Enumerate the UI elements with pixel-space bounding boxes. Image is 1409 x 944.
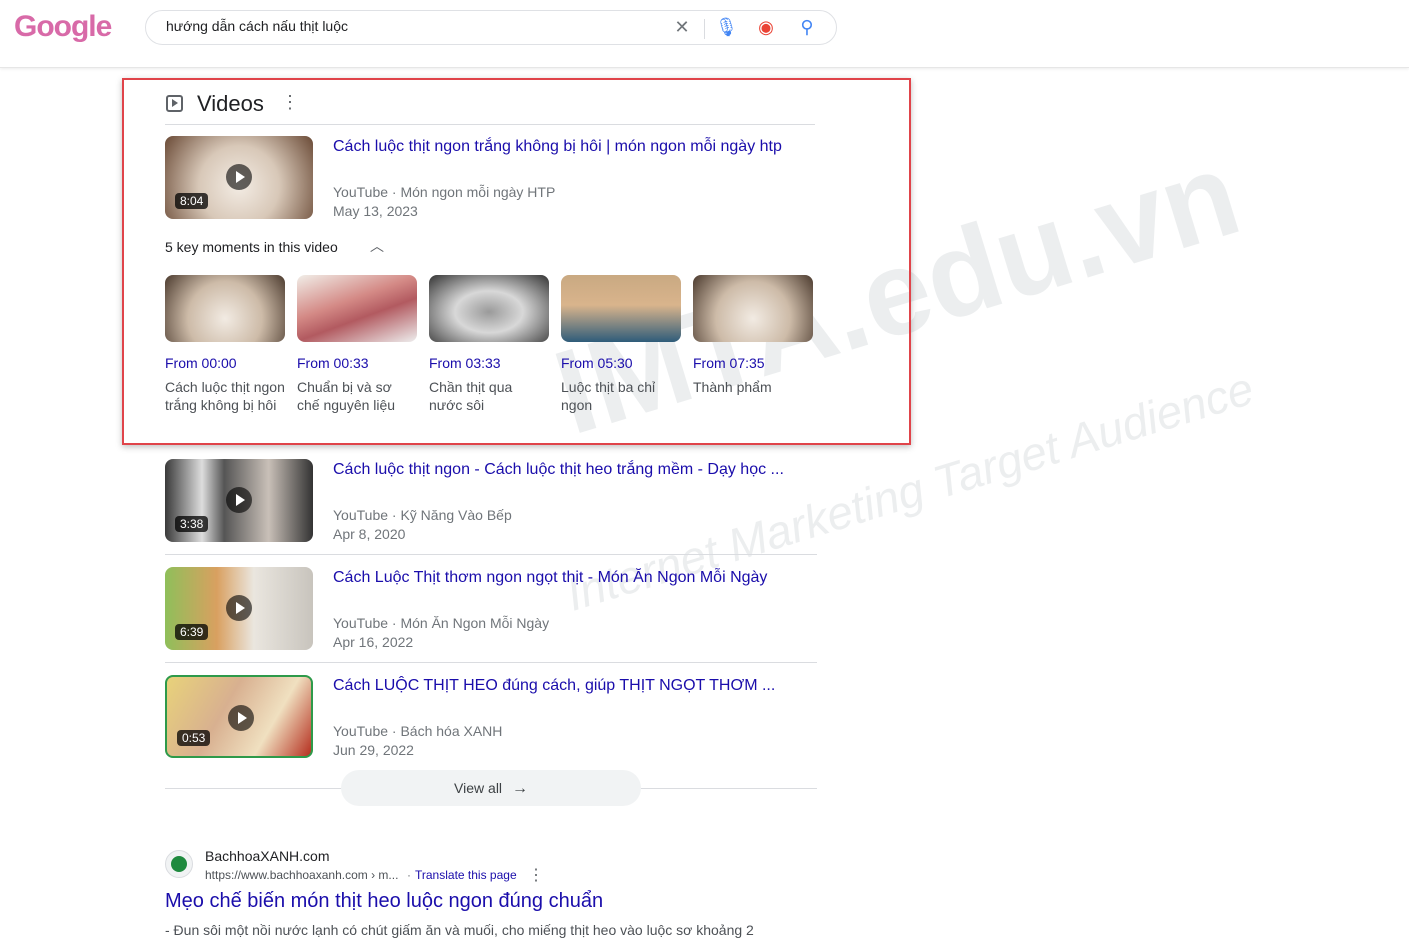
video-thumbnail[interactable]: 6:39 [165,567,313,650]
video-source: YouTube · Món Ăn Ngon Mỗi Ngày [333,615,550,631]
moment-label: Cách luộc thịt ngon trắng không bị hôi [165,379,285,413]
site-url[interactable]: https://www.bachhoaxanh.com › m... [205,868,398,882]
moment-timestamp[interactable]: From 03:33 [429,355,501,371]
video-title-link[interactable]: Cách luộc thịt ngon - Cách luộc thịt heo… [333,461,784,479]
view-all-label: View all [454,780,503,796]
video-thumbnail[interactable]: 8:04 [165,136,313,219]
play-icon [226,595,252,621]
more-options-icon[interactable]: ⋮ [281,92,299,113]
moment-thumbnail[interactable] [693,275,813,342]
search-icon[interactable]: ⚲ [796,17,818,38]
arrow-right-icon: → [511,780,528,797]
search-input[interactable] [166,18,646,34]
moment-timestamp[interactable]: From 00:33 [297,355,369,371]
video-source: YouTube · Món ngon mỗi ngày HTP [333,184,556,200]
moment-label: Luộc thịt ba chỉ ngon [561,379,656,413]
duration-badge: 8:04 [175,193,209,209]
separator: · [407,868,411,882]
video-date: Apr 8, 2020 [333,526,406,542]
moment-thumbnail[interactable] [165,275,285,342]
moment-thumbnail[interactable] [429,275,549,342]
moment-thumbnail[interactable] [297,275,417,342]
video-date: May 13, 2023 [333,203,418,219]
play-icon [226,164,252,190]
moment-timestamp[interactable]: From 00:00 [165,355,237,371]
play-icon [228,705,254,731]
video-title-link[interactable]: Cách Luộc Thịt thơm ngon ngọt thịt - Món… [333,569,767,587]
video-source: YouTube · Bách hóa XANH [333,723,503,739]
site-name[interactable]: BachhoaXANH.com [205,848,330,864]
lens-icon[interactable]: ◉ [755,17,777,38]
duration-badge: 3:38 [175,516,209,532]
moment-label: Chuẩn bị và sơ chế nguyên liệu [297,379,396,413]
site-favicon [165,850,193,878]
divider [165,662,817,663]
play-icon [226,487,252,513]
video-date: Apr 16, 2022 [333,634,414,650]
view-all-button[interactable]: View all → [341,770,641,806]
more-options-icon[interactable]: ⋮ [528,865,544,885]
translate-link[interactable]: Translate this page [415,868,517,882]
video-date: Jun 29, 2022 [333,742,414,758]
header: Google ✕ 🎙 ◉ ⚲ [0,0,1409,68]
duration-badge: 0:53 [177,730,211,746]
video-thumbnail[interactable]: 3:38 [165,459,313,542]
video-title-link[interactable]: Cách luộc thịt ngon trắng không bị hôi |… [333,138,782,156]
moment-label: Thành phẩm [693,379,772,395]
video-source: YouTube · Kỹ Năng Vào Bếp [333,507,512,523]
video-thumbnail[interactable]: 0:53 [165,675,313,758]
divider [165,124,815,125]
moment-timestamp[interactable]: From 07:35 [693,355,765,371]
divider [704,19,705,39]
moment-thumbnail[interactable] [561,275,681,342]
microphone-icon[interactable]: 🎙 [715,17,738,38]
search-box[interactable]: ✕ 🎙 ◉ ⚲ [145,10,837,45]
video-title-link[interactable]: Cách LUỘC THỊT HEO đúng cách, giúp THỊT … [333,677,775,695]
videos-heading: Videos [197,91,264,116]
result-title-link[interactable]: Mẹo chế biến món thịt heo luộc ngon đúng… [165,890,603,913]
divider [165,554,817,555]
clear-icon[interactable]: ✕ [671,17,693,38]
video-section-icon [166,95,183,112]
result-snippet: - Đun sôi một nồi nước lạnh có chút giấm… [165,922,754,938]
moment-timestamp[interactable]: From 05:30 [561,355,633,371]
moment-label: Chần thịt qua nước sôi [429,379,513,413]
key-moments-label: 5 key moments in this video [165,239,338,255]
duration-badge: 6:39 [175,624,209,640]
google-logo[interactable]: Google [14,10,112,44]
chevron-up-icon[interactable]: ︿ [370,236,384,256]
